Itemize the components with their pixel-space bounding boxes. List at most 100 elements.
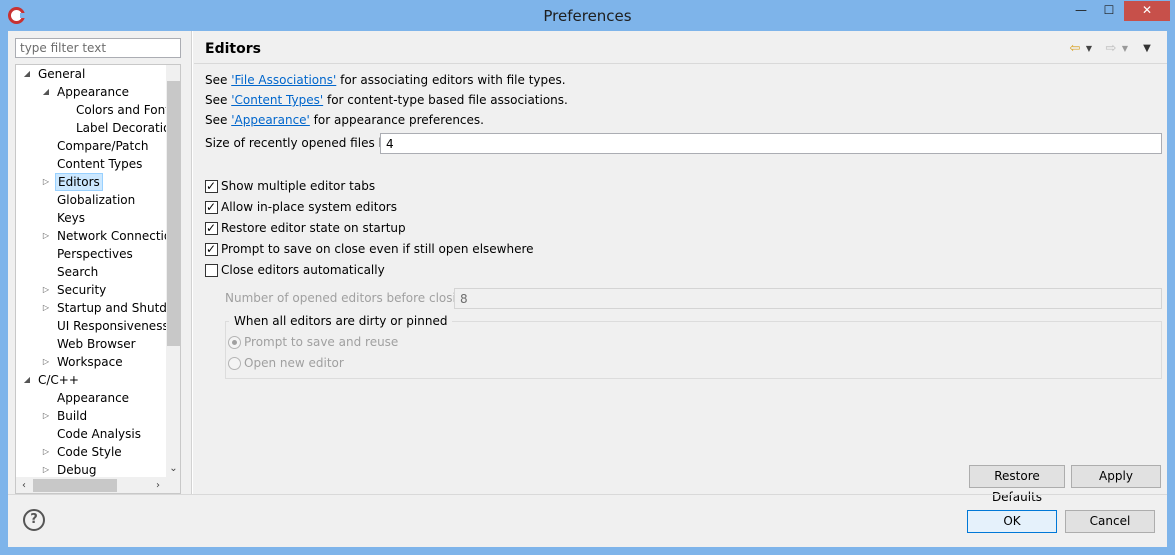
preferences-tree: ◢ General ◢ Appearance Colors and Fonts Label… [15, 64, 181, 494]
vertical-scroll-thumb[interactable] [167, 81, 180, 346]
checkbox-label: Allow in-place system editors [221, 200, 397, 214]
tree-item[interactable]: ▷ Code Style [16, 443, 166, 461]
help-icon[interactable]: ? [23, 509, 45, 531]
recent-files-size-label: Size of recently opened files list: [205, 136, 401, 150]
tree-collapsed-arrow-icon[interactable]: ▷ [41, 407, 51, 425]
tree-item[interactable]: ◢ General [16, 65, 166, 83]
tree-item[interactable]: ◢ Appearance [16, 83, 166, 101]
tree-collapsed-arrow-icon[interactable]: ▷ [41, 353, 51, 371]
tree-collapsed-arrow-icon[interactable]: ▷ [41, 227, 51, 245]
checkbox-label: Show multiple editor tabs [221, 179, 376, 193]
preferences-window: Preferences — ☐ ✕ ◢ General ◢ Appearance Col… [0, 0, 1175, 555]
tree-item-label: General [38, 67, 86, 81]
tree-item[interactable]: Label Decorations [16, 119, 166, 137]
tree-item-label: Code Style [57, 445, 122, 459]
dirty-editors-group-title: When all editors are dirty or pinned [229, 314, 453, 328]
tree-rows: ◢ General ◢ Appearance Colors and Fonts Label… [16, 65, 166, 477]
tree-item-label: Debug [57, 463, 97, 477]
minimize-button[interactable]: — [1068, 1, 1094, 21]
opened-editors-limit-label: Number of opened editors before closing: [225, 291, 476, 305]
tree-item[interactable]: ▷ Workspace [16, 353, 166, 371]
tree-item[interactable]: ▷ Editors [16, 173, 166, 191]
tree-item[interactable]: Keys [16, 209, 166, 227]
open-new-editor-radio [228, 357, 241, 370]
forward-history-dropdown-icon[interactable]: ▼ [1120, 40, 1130, 58]
tree-item[interactable]: Web Browser [16, 335, 166, 353]
tree-horizontal-scrollbar[interactable]: ‹ › [16, 477, 180, 493]
scroll-left-arrow-icon[interactable]: ‹ [16, 477, 32, 493]
tree-item-label: Workspace [57, 355, 123, 369]
tree-item[interactable]: ▷ Debug [16, 461, 166, 477]
tree-item[interactable]: Globalization [16, 191, 166, 209]
tree-collapsed-arrow-icon[interactable]: ▷ [41, 443, 51, 461]
prompt-to-save-checkbox[interactable] [205, 241, 218, 257]
tree-item-label: Keys [57, 211, 86, 225]
tree-expanded-arrow-icon[interactable]: ◢ [22, 371, 32, 389]
tree-item-label: Colors and Fonts [76, 103, 166, 117]
dirty-editors-group [225, 321, 1162, 379]
view-menu-icon[interactable]: ▼ [1140, 40, 1154, 58]
file-associations-link[interactable]: 'File Associations' [231, 73, 336, 87]
tree-item[interactable]: Code Analysis [16, 425, 166, 443]
ok-button[interactable]: OK [967, 510, 1057, 533]
see-prefix: See [205, 93, 232, 107]
tree-item[interactable]: UI Responsiveness Monitoring [16, 317, 166, 335]
prompt-save-reuse-radio [228, 336, 241, 349]
checkbox-label: Restore editor state on startup [221, 221, 406, 235]
checkbox-label: Prompt to save on close even if still op… [221, 242, 534, 256]
restore-editor-state-checkbox[interactable] [205, 220, 218, 236]
back-history-dropdown-icon[interactable]: ▼ [1084, 40, 1094, 58]
tree-item-label: Build [57, 409, 88, 423]
content-types-link[interactable]: 'Content Types' [231, 93, 323, 107]
tree-expanded-arrow-icon[interactable]: ◢ [22, 65, 32, 83]
tree-item-label: Web Browser [57, 337, 136, 351]
close-button[interactable]: ✕ [1124, 1, 1170, 21]
tree-item-label: Editors [55, 173, 103, 191]
close-editors-automatically-checkbox[interactable] [205, 264, 218, 277]
back-arrow-icon[interactable]: ⇦ [1066, 40, 1084, 58]
window-title: Preferences [543, 7, 632, 25]
tree-collapsed-arrow-icon[interactable]: ▷ [41, 281, 51, 299]
tree-item-label: Search [57, 265, 99, 279]
cancel-button[interactable]: Cancel [1065, 510, 1155, 533]
forward-arrow-icon[interactable]: ⇨ [1102, 40, 1120, 58]
tree-item-label: Code Analysis [57, 427, 141, 441]
panel-divider[interactable] [191, 31, 193, 494]
tree-item[interactable]: Perspectives [16, 245, 166, 263]
tree-item-label: C/C++ [38, 373, 79, 387]
tree-item-label: Label Decorations [76, 121, 166, 135]
apply-button[interactable]: Apply [1071, 465, 1161, 488]
appearance-link[interactable]: 'Appearance' [231, 113, 310, 127]
tree-item[interactable]: Compare/Patch [16, 137, 166, 155]
see-suffix: for content-type based file associations… [323, 93, 568, 107]
tree-item[interactable]: ▷ Startup and Shutdown [16, 299, 166, 317]
show-multiple-tabs-checkbox[interactable] [205, 178, 218, 194]
tree-collapsed-arrow-icon[interactable]: ▷ [41, 461, 51, 477]
radio-label: Open new editor [244, 356, 344, 370]
tree-collapsed-arrow-icon[interactable]: ▷ [41, 299, 51, 317]
tree-item[interactable]: ◢ C/C++ [16, 371, 166, 389]
tree-item[interactable]: Search [16, 263, 166, 281]
tree-item[interactable]: ▷ Security [16, 281, 166, 299]
maximize-button[interactable]: ☐ [1096, 1, 1122, 21]
scroll-down-arrow-icon[interactable]: ⌄ [166, 461, 180, 477]
tree-vertical-scrollbar[interactable]: ⌄ [166, 65, 180, 477]
filter-input[interactable] [15, 38, 181, 58]
title-bar[interactable]: Preferences — ☐ ✕ [0, 0, 1175, 31]
allow-inplace-editors-checkbox[interactable] [205, 199, 218, 215]
tree-item[interactable]: ▷ Network Connections [16, 227, 166, 245]
tree-item[interactable]: ▷ Build [16, 407, 166, 425]
restore-defaults-button[interactable]: Restore Defaults [969, 465, 1065, 504]
tree-item[interactable]: Appearance [16, 389, 166, 407]
dialog-client-area: ◢ General ◢ Appearance Colors and Fonts Label… [8, 31, 1167, 547]
see-suffix: for appearance preferences. [309, 113, 484, 127]
scroll-right-arrow-icon[interactable]: › [150, 477, 166, 493]
tree-expanded-arrow-icon[interactable]: ◢ [41, 83, 51, 101]
tree-collapsed-arrow-icon[interactable]: ▷ [41, 173, 51, 191]
recent-files-size-input[interactable] [380, 133, 1162, 154]
tree-item[interactable]: Content Types [16, 155, 166, 173]
tree-item-label: Network Connections [57, 229, 166, 243]
tree-item[interactable]: Colors and Fonts [16, 101, 166, 119]
horizontal-scroll-thumb[interactable] [33, 479, 117, 492]
tree-item-label: Appearance [57, 391, 130, 405]
